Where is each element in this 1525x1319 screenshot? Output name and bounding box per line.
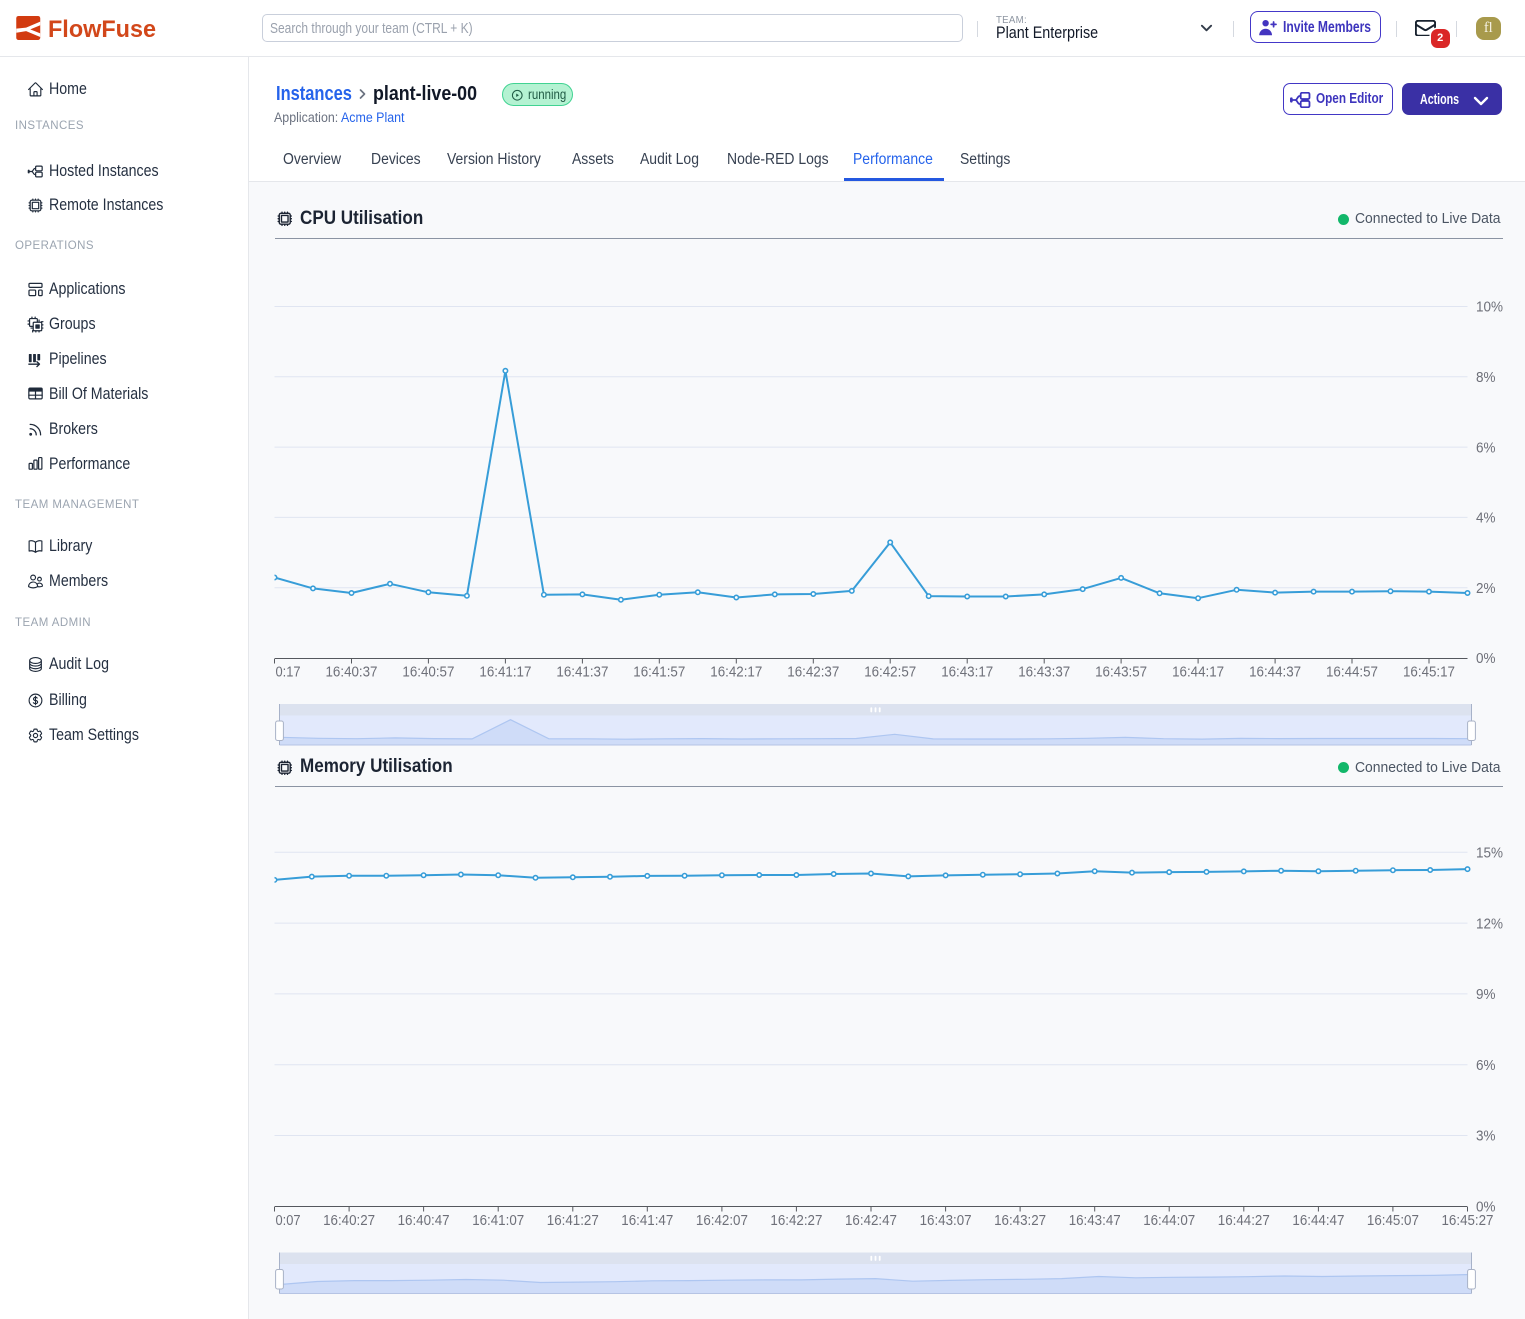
svg-text:16:43:47: 16:43:47 xyxy=(1069,1213,1121,1229)
svg-text:16:45:07: 16:45:07 xyxy=(1367,1213,1419,1229)
svg-text:16:41:47: 16:41:47 xyxy=(621,1213,673,1229)
svg-text:10%: 10% xyxy=(1476,300,1503,316)
svg-text:16:43:37: 16:43:37 xyxy=(1018,665,1070,681)
svg-text:16:43:27: 16:43:27 xyxy=(994,1213,1046,1229)
svg-text:0:17: 0:17 xyxy=(276,665,301,681)
svg-text:16:44:57: 16:44:57 xyxy=(1326,665,1378,681)
svg-text:6%: 6% xyxy=(1476,440,1496,456)
svg-text:16:40:47: 16:40:47 xyxy=(398,1213,450,1229)
svg-text:16:40:57: 16:40:57 xyxy=(402,665,454,681)
svg-text:16:42:07: 16:42:07 xyxy=(696,1213,748,1229)
svg-text:16:41:37: 16:41:37 xyxy=(556,665,608,681)
svg-text:9%: 9% xyxy=(1476,987,1496,1003)
svg-text:16:44:17: 16:44:17 xyxy=(1172,665,1224,681)
svg-text:16:42:47: 16:42:47 xyxy=(845,1213,897,1229)
svg-text:2%: 2% xyxy=(1476,581,1496,597)
svg-text:16:42:27: 16:42:27 xyxy=(770,1213,822,1229)
svg-text:0%: 0% xyxy=(1476,651,1496,667)
svg-text:16:41:17: 16:41:17 xyxy=(479,665,531,681)
svg-text:4%: 4% xyxy=(1476,511,1496,527)
svg-text:16:43:57: 16:43:57 xyxy=(1095,665,1147,681)
svg-text:16:44:47: 16:44:47 xyxy=(1292,1213,1344,1229)
svg-text:0:07: 0:07 xyxy=(276,1213,301,1229)
svg-text:16:42:57: 16:42:57 xyxy=(864,665,916,681)
svg-text:16:45:17: 16:45:17 xyxy=(1403,665,1455,681)
svg-text:16:41:07: 16:41:07 xyxy=(472,1213,524,1229)
svg-text:12%: 12% xyxy=(1476,916,1503,932)
svg-text:16:44:07: 16:44:07 xyxy=(1143,1213,1195,1229)
svg-text:16:42:17: 16:42:17 xyxy=(710,665,762,681)
svg-text:16:41:57: 16:41:57 xyxy=(633,665,685,681)
svg-text:16:42:37: 16:42:37 xyxy=(787,665,839,681)
svg-text:16:43:07: 16:43:07 xyxy=(920,1213,972,1229)
svg-text:6%: 6% xyxy=(1476,1058,1496,1074)
svg-text:16:44:27: 16:44:27 xyxy=(1218,1213,1270,1229)
svg-text:15%: 15% xyxy=(1476,846,1503,862)
svg-text:8%: 8% xyxy=(1476,370,1496,386)
svg-text:16:45:27: 16:45:27 xyxy=(1442,1213,1494,1229)
svg-text:16:40:37: 16:40:37 xyxy=(326,665,378,681)
svg-text:16:40:27: 16:40:27 xyxy=(323,1213,375,1229)
svg-text:16:44:37: 16:44:37 xyxy=(1249,665,1301,681)
svg-text:3%: 3% xyxy=(1476,1129,1496,1145)
svg-text:16:41:27: 16:41:27 xyxy=(547,1213,599,1229)
svg-text:16:43:17: 16:43:17 xyxy=(941,665,993,681)
